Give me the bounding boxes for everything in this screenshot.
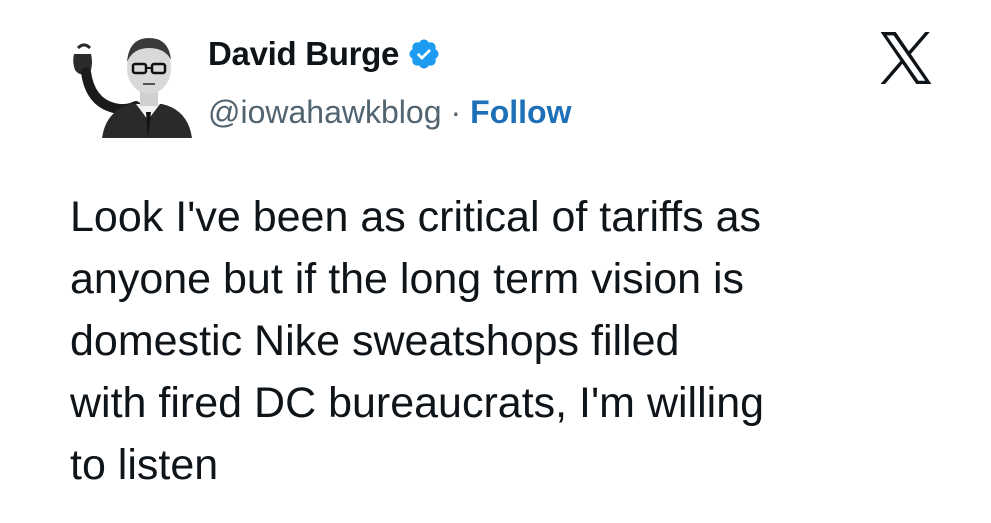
- handle-row: @iowahawkblog · Follow: [208, 92, 571, 132]
- author-header: David Burge @iowahawkblog · Follow: [208, 34, 571, 132]
- follow-button[interactable]: Follow: [470, 94, 571, 131]
- author-handle[interactable]: @iowahawkblog: [208, 94, 442, 131]
- display-name[interactable]: David Burge: [208, 35, 399, 73]
- verified-badge-icon: [409, 39, 439, 69]
- separator-dot: ·: [450, 93, 462, 130]
- tweet-text: Look I've been as critical of tariffs as…: [70, 193, 765, 489]
- avatar[interactable]: [66, 28, 194, 138]
- name-row: David Burge: [208, 34, 571, 74]
- tweet-card: David Burge @iowahawkblog · Follow Look …: [0, 0, 991, 523]
- x-logo-icon[interactable]: [873, 32, 939, 84]
- avatar-image: [73, 38, 192, 138]
